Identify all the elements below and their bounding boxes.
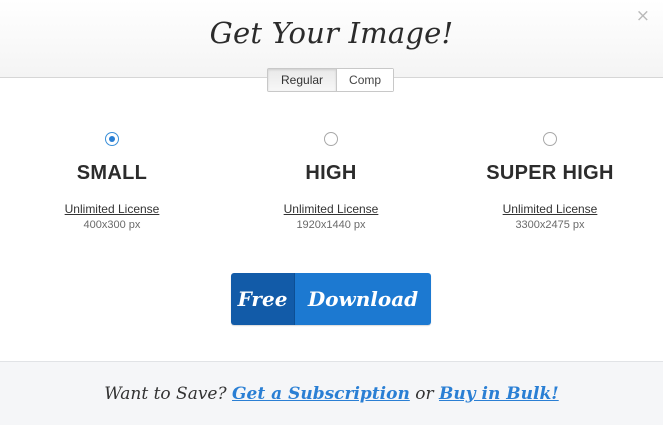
free-download-button[interactable]: Free Download [231, 273, 431, 325]
size-option-high[interactable]: HIGH Unlimited License 1920x1440 px [221, 132, 441, 231]
footer-conjunction: or [415, 384, 434, 404]
size-name: HIGH [305, 162, 357, 184]
dialog-title: Get Your Image! [209, 16, 454, 50]
size-option-small[interactable]: SMALL Unlimited License 400x300 px [2, 132, 222, 231]
size-dimensions: 3300x2475 px [515, 219, 585, 231]
dialog-header: Get Your Image! × [0, 0, 663, 78]
tab-regular[interactable]: Regular [268, 69, 338, 91]
tab-comp[interactable]: Comp [337, 69, 394, 91]
license-link[interactable]: Unlimited License [65, 202, 160, 216]
license-link[interactable]: Unlimited License [284, 202, 379, 216]
buy-in-bulk-link[interactable]: Buy in Bulk! [439, 384, 559, 404]
footer-upsell: Want to Save? Get a Subscription or Buy … [0, 361, 663, 425]
free-label: Free [231, 273, 295, 325]
radio-high[interactable] [324, 132, 338, 146]
license-type-tabs: Regular Comp [267, 68, 395, 92]
footer-prefix: Want to Save? [104, 384, 227, 404]
size-name: SUPER HIGH [486, 162, 614, 184]
download-label: Download [295, 273, 431, 325]
size-dimensions: 1920x1440 px [296, 219, 366, 231]
size-option-super-high[interactable]: SUPER HIGH Unlimited License 3300x2475 p… [440, 132, 660, 231]
size-dimensions: 400x300 px [83, 219, 141, 231]
subscription-link[interactable]: Get a Subscription [232, 384, 410, 404]
size-name: SMALL [76, 162, 148, 184]
close-icon[interactable]: × [636, 8, 650, 25]
radio-small[interactable] [105, 132, 119, 146]
license-link[interactable]: Unlimited License [503, 202, 598, 216]
radio-super-high[interactable] [543, 132, 557, 146]
